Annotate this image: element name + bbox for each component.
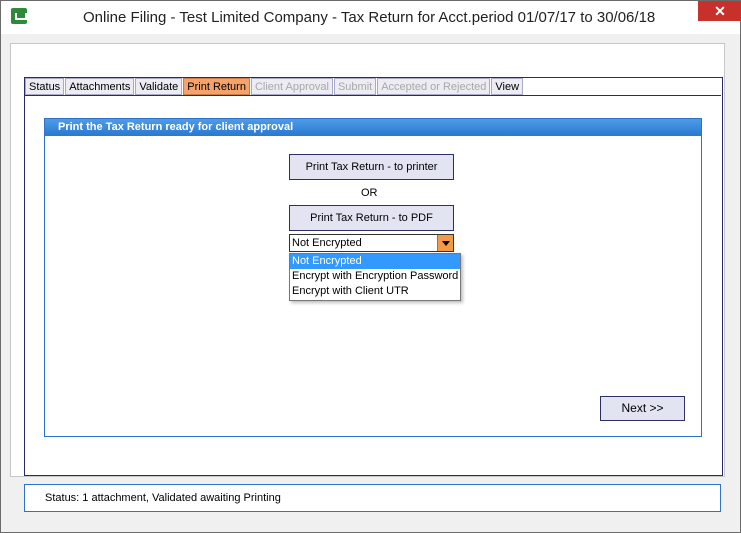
tab-validate[interactable]: Validate <box>135 78 183 95</box>
tab-view[interactable]: View <box>491 78 524 95</box>
encryption-select[interactable]: Not Encrypted <box>289 234 454 252</box>
app-window: Online Filing - Test Limited Company - T… <box>0 0 741 533</box>
tab-underline <box>25 95 721 96</box>
encryption-dropdown-list: Not Encrypted Encrypt with Encryption Pa… <box>289 253 461 301</box>
print-to-pdf-button[interactable]: Print Tax Return - to PDF <box>289 205 454 231</box>
chevron-down-icon[interactable] <box>437 235 453 251</box>
tab-strip: Status Attachments Validate Print Return… <box>25 78 524 96</box>
title-bar: Online Filing - Test Limited Company - T… <box>1 1 741 34</box>
status-bar: Status: 1 attachment, Validated awaiting… <box>24 484 721 512</box>
dropdown-option-encryption-password[interactable]: Encrypt with Encryption Password <box>290 269 460 284</box>
tab-print-return[interactable]: Print Return <box>183 78 250 95</box>
close-button[interactable]: ✕ <box>698 1 741 21</box>
window-title: Online Filing - Test Limited Company - T… <box>83 9 656 26</box>
tab-accepted-or-rejected: Accepted or Rejected <box>377 78 491 95</box>
tab-attachments[interactable]: Attachments <box>65 78 135 95</box>
tab-client-approval: Client Approval <box>250 78 333 95</box>
group-header: Print the Tax Return ready for client ap… <box>45 119 701 136</box>
app-icon <box>11 8 27 24</box>
dropdown-option-client-utr[interactable]: Encrypt with Client UTR <box>290 284 460 299</box>
next-button[interactable]: Next >> <box>600 396 685 421</box>
tab-submit: Submit <box>333 78 377 95</box>
encryption-select-value: Not Encrypted <box>292 237 362 249</box>
status-text: Status: 1 attachment, Validated awaiting… <box>45 492 281 504</box>
dropdown-option-not-encrypted[interactable]: Not Encrypted <box>290 254 460 269</box>
or-label: OR <box>361 187 378 199</box>
print-to-printer-button[interactable]: Print Tax Return - to printer <box>289 154 454 180</box>
tab-status[interactable]: Status <box>25 78 65 95</box>
